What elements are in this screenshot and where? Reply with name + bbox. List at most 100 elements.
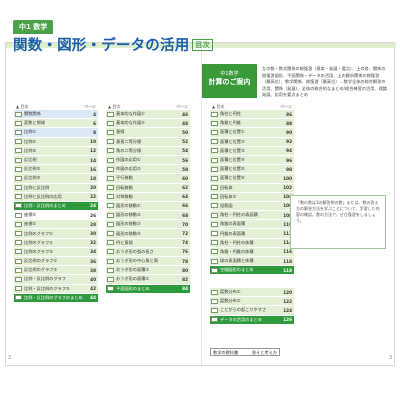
toc-item-page: 24 bbox=[90, 203, 96, 209]
toc-item-page: 34 bbox=[90, 249, 96, 255]
toc-item-page: 84 bbox=[182, 286, 188, 292]
toc-item: 比例と反比例の応用 22 bbox=[14, 192, 98, 201]
checkbox-icon bbox=[15, 276, 22, 282]
toc-item: 比例・反比例のグラフ 40 bbox=[14, 275, 98, 284]
toc-item-page: 122 bbox=[283, 298, 292, 304]
toc-item-label: 比例と反比例 bbox=[24, 184, 50, 190]
toc-item: 比例と反比例 20 bbox=[14, 183, 98, 192]
toc-item-label: おうぎ形の面積① bbox=[116, 267, 150, 273]
reference-label: 数学の教科書 bbox=[213, 350, 239, 355]
guide-box: 中1数学 計算のご案内 bbox=[202, 64, 257, 98]
checkbox-icon bbox=[107, 185, 114, 191]
toc-item-page: 10 bbox=[90, 139, 96, 145]
toc-item-page: 74 bbox=[182, 240, 188, 246]
toc-item-label: 作図の応用② bbox=[116, 166, 141, 172]
toc-item-label: おうぎ形の弧の長さ bbox=[116, 248, 154, 254]
checkbox-icon bbox=[211, 267, 218, 273]
toc-item-label: おうぎ形の中心角と周 bbox=[116, 258, 158, 264]
checkbox-icon bbox=[211, 139, 218, 145]
toc-item-label: 比例・反比例のグラフ bbox=[24, 276, 66, 282]
toc-item-page: 18 bbox=[90, 175, 96, 181]
checkbox-icon bbox=[211, 175, 218, 181]
toc-item: 角錐の表面積 110 bbox=[210, 220, 294, 229]
toc-item-page: 80 bbox=[182, 267, 188, 273]
toc-item-page: 64 bbox=[182, 194, 188, 200]
toc-item-page: 32 bbox=[90, 240, 96, 246]
checkbox-icon bbox=[15, 221, 22, 227]
toc-item: 度数分布① 120 bbox=[210, 288, 294, 297]
toc-item: おうぎ形の面積② 82 bbox=[106, 275, 190, 284]
checkbox-icon bbox=[15, 185, 22, 191]
toc-item-page: 72 bbox=[182, 231, 188, 237]
toc-item-page: 76 bbox=[182, 249, 188, 255]
column-header-page: ページ bbox=[176, 104, 188, 109]
toc-item-page: 6 bbox=[93, 120, 96, 126]
toc-item-label: 面積と位置④ bbox=[220, 157, 245, 163]
column-header: ▲ 目次 ページ bbox=[210, 103, 294, 110]
column-header-page: ページ bbox=[84, 104, 96, 109]
checkbox-icon bbox=[211, 129, 218, 135]
toc-item-page: 66 bbox=[182, 203, 188, 209]
checkbox-icon bbox=[107, 249, 114, 255]
toc-item-page: 50 bbox=[182, 129, 188, 135]
checkbox-icon bbox=[211, 307, 218, 313]
page-title: 関数・図形・データの活用 目次 bbox=[13, 34, 213, 55]
toc-item-page: 36 bbox=[90, 258, 96, 264]
toc-item-label: 投影図 bbox=[220, 202, 233, 208]
checkbox-icon bbox=[15, 175, 22, 181]
checkbox-icon bbox=[211, 157, 218, 163]
toc-item-page: 52 bbox=[182, 139, 188, 145]
toc-item-label: 比例のグラフ② bbox=[24, 239, 53, 245]
toc-item: 円と直線 74 bbox=[106, 238, 190, 247]
checkbox-icon bbox=[211, 240, 218, 246]
toc-item-page: 30 bbox=[90, 231, 96, 237]
guide-line2: 計算のご案内 bbox=[208, 78, 251, 86]
toc-item-page: 118 bbox=[283, 267, 292, 273]
checkbox-icon bbox=[15, 240, 22, 246]
checkbox-icon bbox=[211, 298, 218, 304]
toc-item-label: 比例のグラフ① bbox=[24, 230, 53, 236]
toc-item-label: 反比例 bbox=[24, 157, 37, 163]
toc-item: 比例③ 12 bbox=[14, 146, 98, 155]
column-header-page: ページ bbox=[280, 104, 292, 109]
toc-item-page: 46 bbox=[182, 111, 188, 117]
toc-item-label: 図形の移動③ bbox=[116, 221, 141, 227]
checkbox-icon bbox=[15, 258, 22, 264]
toc-item: 図形の移動① 66 bbox=[106, 201, 190, 211]
toc-item-label: 座標① bbox=[24, 212, 37, 218]
toc-item-label: ことがらの起こりやすさ bbox=[220, 307, 267, 313]
toc-item-page: 100 bbox=[283, 175, 292, 181]
toc-item-label: 角の二等分線 bbox=[116, 147, 142, 153]
checkbox-icon bbox=[15, 203, 22, 209]
toc-item: 面積と位置② 92 bbox=[210, 137, 294, 146]
checkbox-icon bbox=[15, 139, 22, 145]
toc-item-page: 14 bbox=[90, 157, 96, 163]
toc-item-page: 26 bbox=[90, 212, 96, 218]
toc-item-label: 反比例③ bbox=[24, 175, 41, 181]
checkbox-icon bbox=[15, 166, 22, 172]
toc-item-label: 図形の移動④ bbox=[116, 230, 141, 236]
toc-item: 角柱と円柱 86 bbox=[210, 110, 294, 119]
toc-item-label: 角錐と円錐 bbox=[220, 120, 241, 126]
toc-item-page: 82 bbox=[182, 276, 188, 282]
toc-item-page: 38 bbox=[90, 267, 96, 273]
toc-item: 座標① 26 bbox=[14, 211, 98, 220]
toc-column-1: ▲ 目次 ページ 関数関係 4 変数と領域 6 比例① 8 比例② 10 比例③ 12 反比例 14 反比… bbox=[14, 103, 98, 303]
checkbox-icon bbox=[107, 194, 114, 200]
checkbox-icon bbox=[107, 231, 114, 237]
toc-item-page: 78 bbox=[182, 258, 188, 264]
toc-item-page: 68 bbox=[182, 212, 188, 218]
toc-item: 比例① 8 bbox=[14, 128, 98, 137]
toc-item-label: 平面図形のまとめ bbox=[116, 285, 150, 291]
checkbox-icon bbox=[107, 276, 114, 282]
toc-item-page: 70 bbox=[182, 221, 188, 227]
checkbox-icon bbox=[15, 286, 22, 292]
toc-item: 反比例② 16 bbox=[14, 165, 98, 174]
toc-column-3-data: 度数分布① 120 度数分布② 122 ことがらの起こりやすさ 124 データの活用のまとめ… bbox=[210, 288, 294, 325]
toc-item-page: 90 bbox=[286, 129, 292, 135]
checkbox-icon bbox=[107, 240, 114, 246]
toc-column-2: ▲ 目次 ページ 基本的な作図① 46 基本的な作図② 48 垂線 50 垂直二等分線 52 角の… bbox=[106, 103, 190, 294]
checkbox-icon bbox=[107, 221, 114, 227]
toc-item: 作図の応用② 58 bbox=[106, 165, 190, 174]
toc-item-page: 96 bbox=[286, 157, 292, 163]
